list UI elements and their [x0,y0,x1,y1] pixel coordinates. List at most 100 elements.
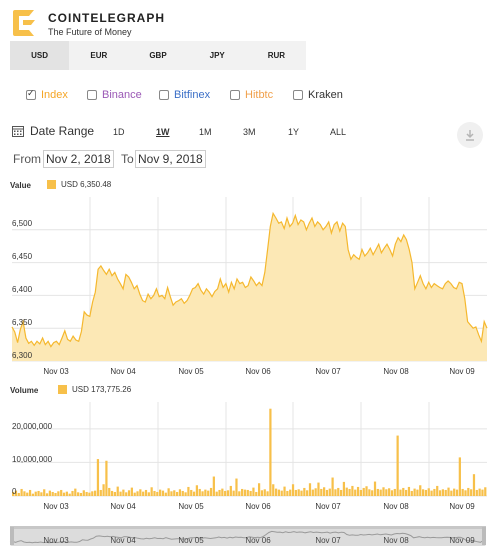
volume-bar [424,489,428,496]
volume-bar [150,487,153,496]
volume-bar [263,489,266,496]
volume-bar [464,490,467,496]
volume-bar [354,489,357,496]
volume-bar [311,489,314,496]
volume-bar [60,489,63,496]
volume-bar [20,488,23,496]
volume-chart[interactable] [0,0,500,520]
volume-bar [218,489,221,496]
volume-bar [291,484,295,496]
volume-xtick: Nov 07 [315,502,341,511]
volume-bar [238,491,241,496]
volume-bar [37,490,40,496]
volume-bar [351,485,354,496]
volume-bar [402,487,405,496]
volume-bar [331,477,334,496]
navigator-xtick: Nov 04 [110,536,136,545]
volume-bar [34,491,37,496]
volume-bar [215,491,218,496]
volume-bar [127,490,131,496]
volume-bar [388,488,391,496]
volume-bar [252,487,255,496]
volume-bar [481,489,484,496]
volume-bar [116,486,119,496]
volume-bar [125,492,128,496]
volume-bar [393,488,396,496]
volume-bar [102,484,105,496]
volume-bar [413,488,416,496]
volume-bar [484,487,487,496]
volume-bar [289,489,292,496]
volume-bar [241,488,244,496]
volume-ytick: 0 [12,487,17,496]
volume-bar [232,490,235,496]
volume-bar [71,490,74,496]
volume-bar [272,484,275,496]
volume-bar [110,490,114,496]
volume-bar [416,489,419,496]
volume-bar [51,491,54,496]
volume-bar [207,490,210,496]
volume-bar [108,487,111,496]
volume-bar [368,489,371,496]
volume-bar [283,486,286,496]
volume-bar [334,489,337,496]
volume-bar [430,490,433,496]
volume-bar [410,490,413,496]
navigator-xtick: Nov 08 [383,536,409,545]
volume-bar [472,474,476,496]
volume-bar [458,457,461,496]
volume-bar [184,492,187,496]
volume-bar [96,459,100,496]
volume-bar [167,488,170,496]
volume-bar [478,488,481,496]
volume-bar [88,492,91,496]
volume-bar [91,491,94,496]
volume-bar [266,491,269,496]
volume-bar [461,488,464,496]
navigator-xtick: Nov 07 [315,536,341,545]
volume-bar [356,486,360,496]
volume-bar [161,490,165,496]
volume-bar [441,489,444,496]
volume-bar [362,487,365,496]
volume-bar [40,492,43,496]
volume-bar [65,491,68,496]
volume-bar [198,488,201,496]
navigator-xtick: Nov 06 [245,536,271,545]
volume-bar [300,490,303,496]
volume-bar [74,488,77,496]
volume-bar [348,488,351,496]
volume-bar [28,489,32,496]
volume-ytick: 20,000,000 [12,422,53,431]
volume-bar [54,492,57,496]
volume-bar [209,487,213,496]
volume-bar [444,489,447,496]
volume-bar [164,492,167,496]
volume-bar [320,488,323,496]
volume-bar [475,489,478,496]
volume-bar [308,483,312,496]
volume-bar [447,487,450,496]
volume-bar [297,489,300,496]
volume-bar [385,489,388,496]
volume-bar [306,490,309,496]
volume-xtick: Nov 04 [110,502,136,511]
volume-bar [43,489,46,496]
volume-bar [382,487,385,496]
volume-bar [450,490,453,496]
volume-bar [178,489,182,496]
volume-bar [190,489,193,496]
volume-bar [438,490,442,496]
volume-bar [274,488,278,496]
volume-bar [427,488,430,496]
volume-bar [130,487,133,496]
volume-bar [17,492,20,496]
volume-bar [294,489,297,496]
volume-bar [407,486,411,496]
navigator-handle-left [10,527,14,545]
volume-bar [175,491,179,496]
volume-bar [153,490,156,496]
volume-bar [204,489,207,496]
volume-bar [359,489,362,496]
